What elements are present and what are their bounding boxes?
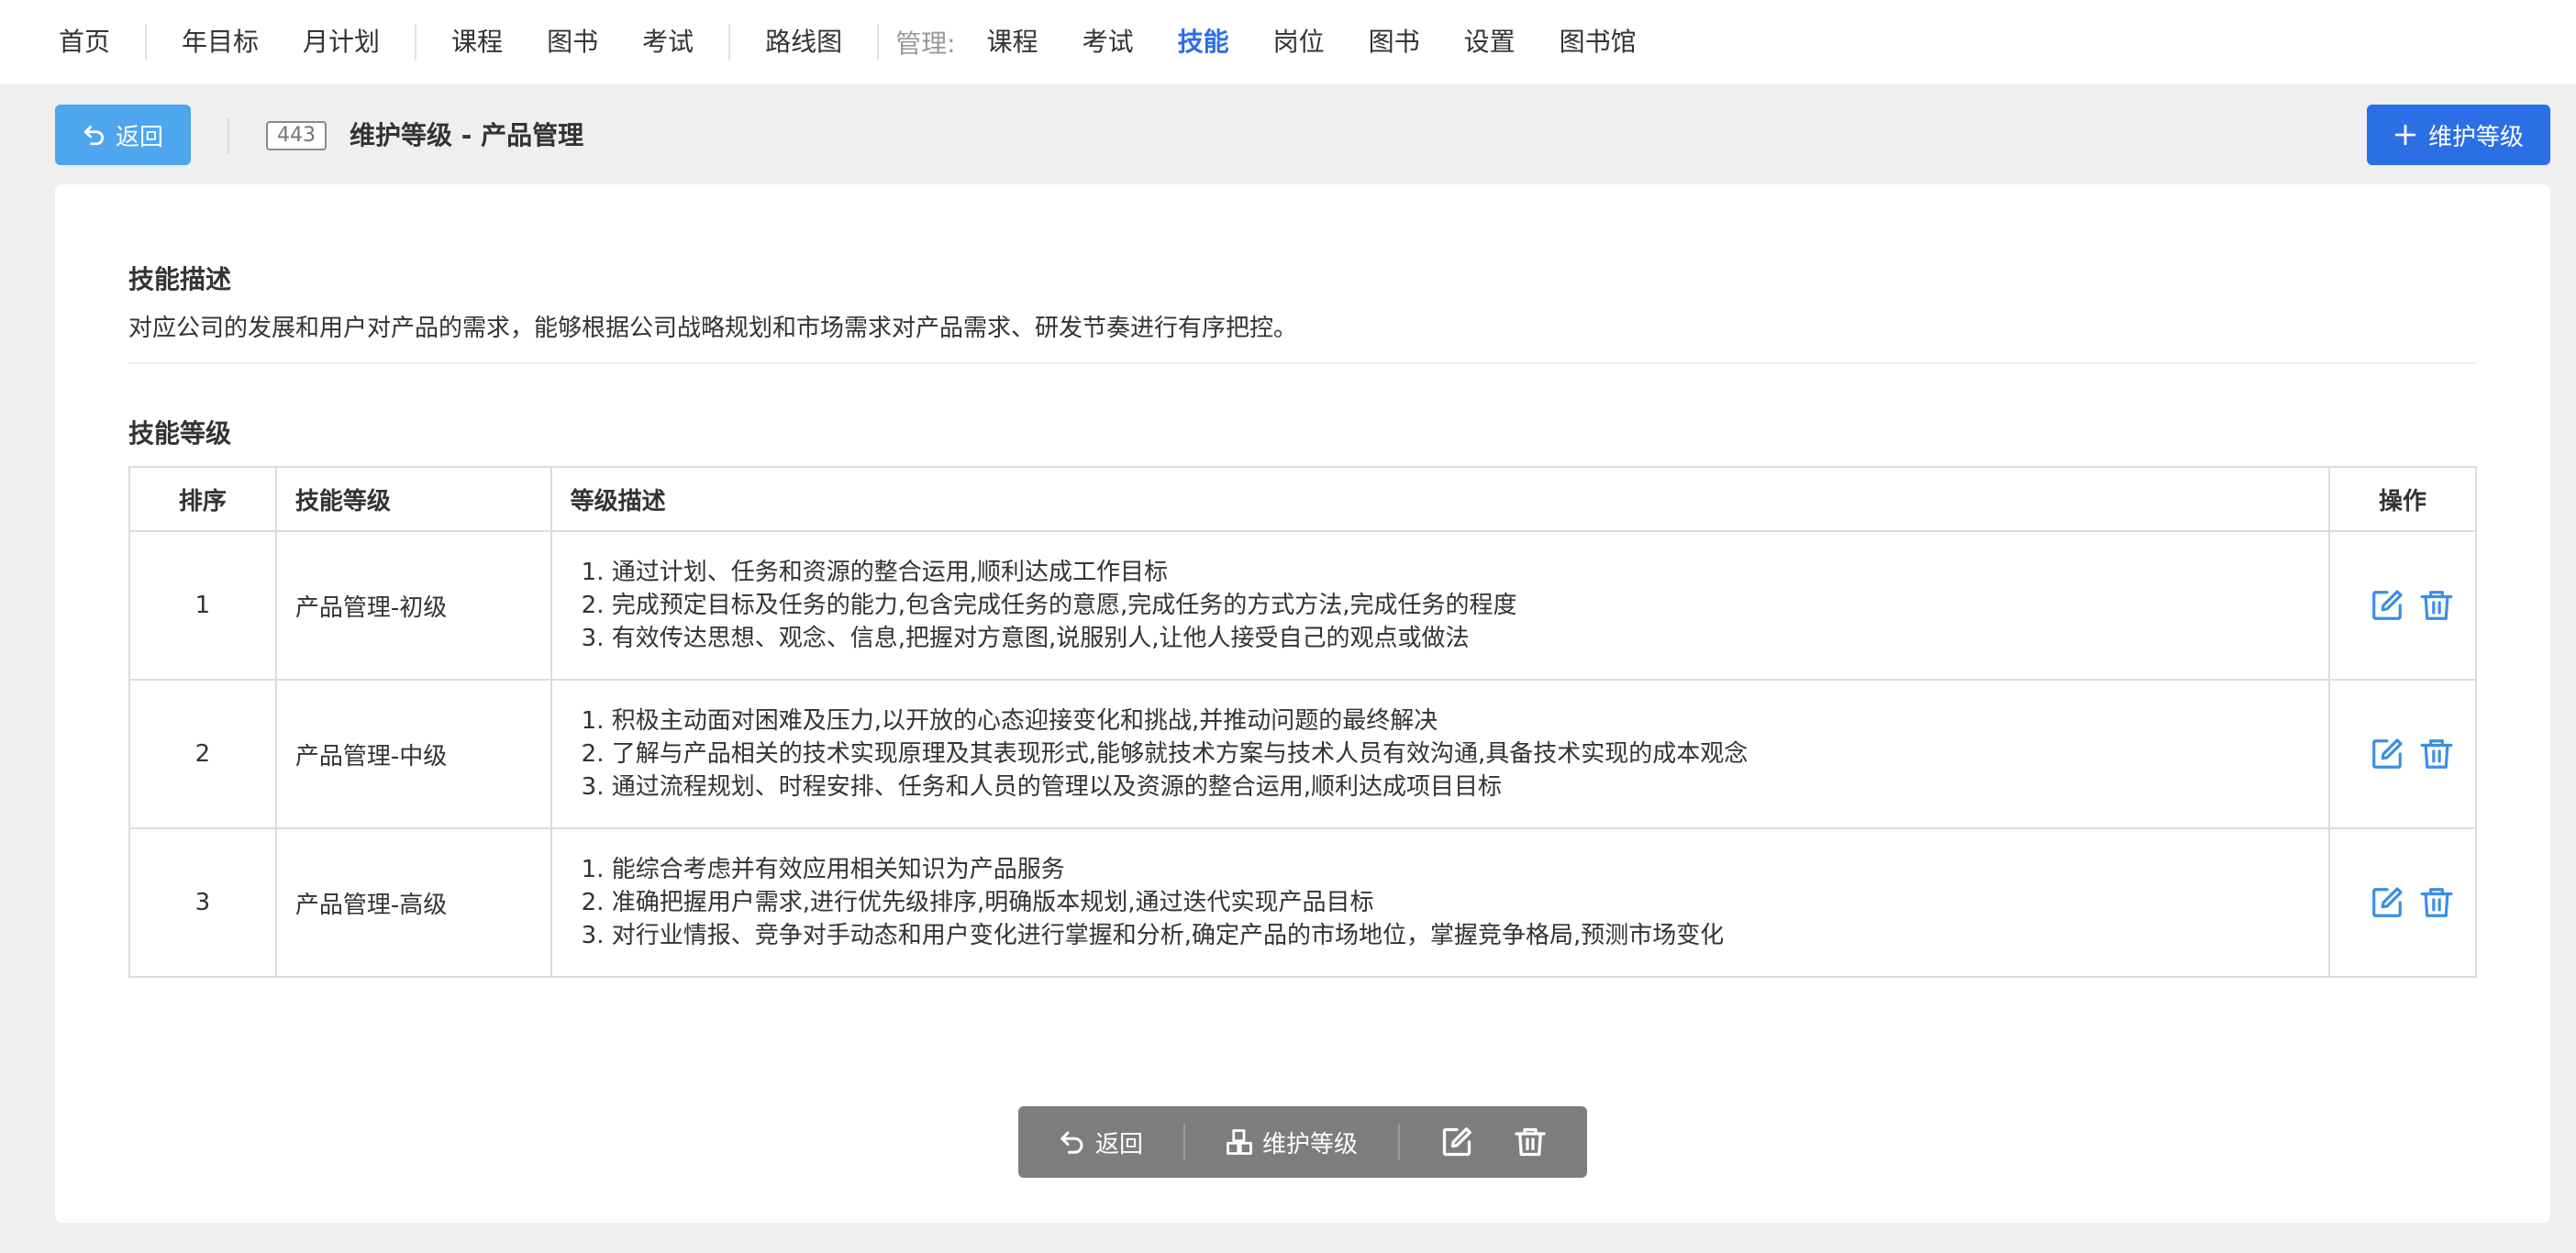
row-level-name: 产品管理-高级 <box>274 827 552 978</box>
toolbar-edit-button[interactable] <box>1440 1125 1473 1159</box>
desc-line: 3. 有效传达思想、观念、信息,把握对方意图,说服别人,让他人接受自己的观点或做… <box>581 625 1470 652</box>
table-row: 1 产品管理-初级 1. 通过计划、任务和资源的整合运用,顺利达成工作目标 2.… <box>128 530 2477 681</box>
col-header-order: 排序 <box>128 466 277 532</box>
toolbar-divider <box>1397 1124 1400 1160</box>
nav-divider <box>728 24 731 61</box>
nav-divider <box>877 24 880 61</box>
row-ops <box>2328 679 2477 829</box>
desc-line: 3. 通过流程规划、时程安排、任务和人员的管理以及资源的整合运用,顺利达成项目目… <box>581 773 1502 801</box>
desc-line: 1. 能综合考虑并有效应用相关知识为产品服务 <box>581 856 1065 883</box>
skill-description-title: 技能描述 <box>128 264 232 294</box>
col-header-desc: 等级描述 <box>550 466 2331 532</box>
desc-line: 3. 对行业情报、竞争对手动态和用户变化进行掌握和分析,确定产品的市场地位，掌握… <box>581 922 1725 949</box>
header-divider <box>228 117 229 154</box>
edit-icon[interactable] <box>2370 885 2404 920</box>
nav-divider <box>145 24 148 61</box>
back-button-label: 返回 <box>115 123 163 151</box>
nav-item-manage-library[interactable]: 图书馆 <box>1538 0 1659 84</box>
undo-icon <box>1060 1131 1083 1154</box>
row-level-desc: 1. 能综合考虑并有效应用相关知识为产品服务 2. 准确把握用户需求,进行优先级… <box>550 827 2331 978</box>
nav-item-manage-exams[interactable]: 考试 <box>1060 0 1156 84</box>
edit-icon[interactable] <box>2370 737 2404 771</box>
toolbar-divider <box>1183 1124 1185 1160</box>
row-level-name: 产品管理-初级 <box>274 530 552 681</box>
toolbar-delete-button[interactable] <box>1514 1125 1547 1159</box>
row-level-desc: 1. 通过计划、任务和资源的整合运用,顺利达成工作目标 2. 完成预定目标及任务… <box>550 530 2331 681</box>
row-level-name: 产品管理-中级 <box>274 679 552 829</box>
row-level-desc: 1. 积极主动面对困难及压力,以开放的心态迎接变化和挑战,并推动问题的最终解决 … <box>550 679 2331 829</box>
desc-line: 2. 完成预定目标及任务的能力,包含完成任务的意愿,完成任务的方式方法,完成任务… <box>581 592 1517 619</box>
undo-icon <box>83 125 105 146</box>
nav-item-manage-settings[interactable]: 设置 <box>1442 0 1538 84</box>
desc-line: 1. 通过计划、任务和资源的整合运用,顺利达成工作目标 <box>581 559 1168 586</box>
col-header-level: 技能等级 <box>274 466 552 532</box>
toolbar-back-button[interactable]: 返回 <box>1059 1125 1143 1159</box>
plus-icon <box>2394 124 2416 146</box>
back-button[interactable]: 返回 <box>55 105 191 165</box>
desc-line: 2. 准确把握用户需求,进行优先级排序,明确版本规划,通过迭代实现产品目标 <box>581 889 1374 916</box>
nav-item-year-goals[interactable]: 年目标 <box>160 0 281 84</box>
skill-levels-title: 技能等级 <box>128 418 232 449</box>
skill-levels-table: 排序 技能等级 等级描述 操作 1 产品管理-初级 1. 通过计划、任务和资源的… <box>128 466 2477 978</box>
edit-icon <box>1442 1127 1471 1157</box>
section-divider <box>128 362 2477 364</box>
nav-item-home[interactable]: 首页 <box>59 0 132 84</box>
toolbar-back-label: 返回 <box>1094 1130 1143 1159</box>
nav-item-courses[interactable]: 课程 <box>429 0 525 84</box>
table-header-row: 排序 技能等级 等级描述 操作 <box>128 466 2477 532</box>
nav-item-manage-skills[interactable]: 技能 <box>1156 0 1251 84</box>
add-level-button-label: 维护等级 <box>2427 123 2524 151</box>
trash-icon[interactable] <box>2419 885 2454 920</box>
blocks-icon <box>1227 1129 1252 1155</box>
desc-line: 2. 了解与产品相关的技术实现原理及其表现形式,能够就技术方案与技术人员有效沟通… <box>581 740 1749 768</box>
top-nav: 首页 年目标 月计划 课程 图书 考试 路线图 管理: 课程 考试 技能 岗位 … <box>0 0 2576 84</box>
trash-icon <box>1515 1127 1546 1157</box>
nav-item-exams[interactable]: 考试 <box>620 0 716 84</box>
row-order: 3 <box>128 827 277 978</box>
desc-line: 1. 积极主动面对困难及压力,以开放的心态迎接变化和挑战,并推动问题的最终解决 <box>581 707 1438 735</box>
edit-icon[interactable] <box>2370 588 2404 623</box>
toolbar-levels-label: 维护等级 <box>1261 1130 1358 1159</box>
floating-toolbar: 返回 维护等级 <box>1018 1106 1587 1178</box>
col-header-ops: 操作 <box>2328 466 2477 532</box>
skill-id-badge: 443 <box>266 121 327 150</box>
nav-divider <box>415 24 417 61</box>
page-title: 维护等级 - 产品管理 <box>350 120 584 150</box>
row-ops <box>2328 530 2477 681</box>
row-ops <box>2328 827 2477 978</box>
nav-item-roadmap[interactable]: 路线图 <box>743 0 864 84</box>
toolbar-levels-button[interactable]: 维护等级 <box>1226 1125 1358 1159</box>
row-order: 2 <box>128 679 277 829</box>
trash-icon[interactable] <box>2419 737 2454 771</box>
content-card: 技能描述 对应公司的发展和用户对产品的需求，能够根据公司战略规划和市场需求对产品… <box>55 184 2550 1223</box>
add-level-button[interactable]: 维护等级 <box>2367 105 2550 165</box>
skill-description-text: 对应公司的发展和用户对产品的需求，能够根据公司战略规划和市场需求对产品需求、研发… <box>128 315 1298 342</box>
table-row: 3 产品管理-高级 1. 能综合考虑并有效应用相关知识为产品服务 2. 准确把握… <box>128 827 2477 978</box>
nav-item-month-plan[interactable]: 月计划 <box>281 0 402 84</box>
nav-item-books[interactable]: 图书 <box>525 0 620 84</box>
table-row: 2 产品管理-中级 1. 积极主动面对困难及压力,以开放的心态迎接变化和挑战,并… <box>128 679 2477 829</box>
page-header: 返回 443 维护等级 - 产品管理 维护等级 <box>0 84 2576 183</box>
nav-item-manage-courses[interactable]: 课程 <box>965 0 1060 84</box>
nav-item-manage-positions[interactable]: 岗位 <box>1251 0 1347 84</box>
nav-item-manage-books[interactable]: 图书 <box>1347 0 1442 84</box>
trash-icon[interactable] <box>2419 588 2454 623</box>
manage-label: 管理: <box>895 28 956 59</box>
row-order: 1 <box>128 530 277 681</box>
